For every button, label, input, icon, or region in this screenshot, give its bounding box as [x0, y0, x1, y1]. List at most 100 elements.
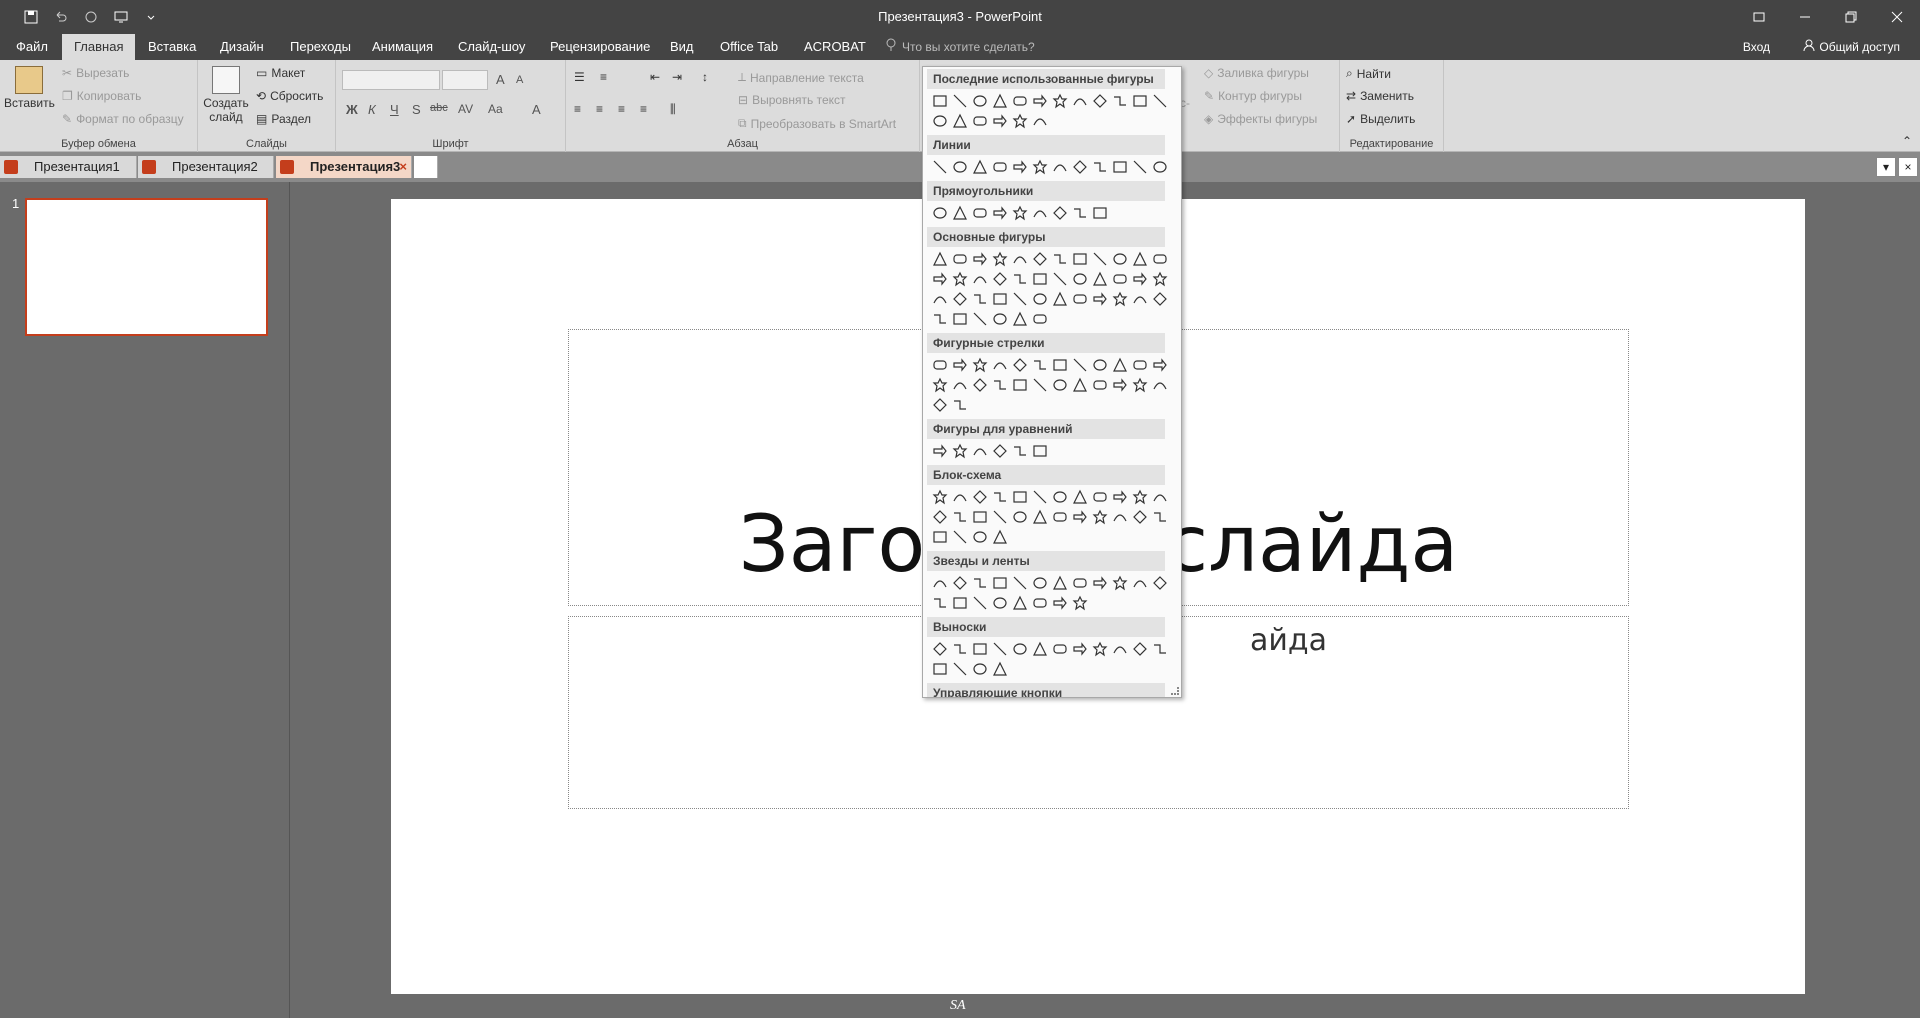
internal-storage-icon[interactable]	[1030, 487, 1050, 507]
donut-icon[interactable]	[950, 289, 970, 309]
stored-data-icon[interactable]	[1130, 507, 1150, 527]
line1-acc-icon[interactable]	[1070, 639, 1090, 659]
arc-icon[interactable]	[1150, 289, 1170, 309]
arrow-line-icon[interactable]	[950, 157, 970, 177]
alt-process-icon[interactable]	[950, 487, 970, 507]
curved-down-icon[interactable]	[990, 375, 1010, 395]
double-arrow-line-icon[interactable]	[970, 157, 990, 177]
tell-me-search[interactable]: Что вы хотите сделать?	[886, 38, 1035, 55]
shape-effects-button[interactable]: ◈ Эффекты фигуры	[1204, 112, 1317, 126]
seq-access-icon[interactable]	[930, 527, 950, 547]
card-icon[interactable]	[970, 507, 990, 527]
frame-icon[interactable]	[1010, 269, 1030, 289]
explosion2-icon[interactable]	[950, 573, 970, 593]
freeform-icon[interactable]	[930, 111, 950, 131]
oval-icon[interactable]	[950, 249, 970, 269]
smiley-icon[interactable]	[1030, 289, 1050, 309]
collate-icon[interactable]	[1050, 507, 1070, 527]
text-direction-button[interactable]: ⟂ Направление текста	[738, 70, 864, 85]
curved-right-icon[interactable]	[930, 375, 950, 395]
left-bracket-icon[interactable]	[970, 309, 990, 329]
tab-insert[interactable]: Вставка	[136, 34, 208, 60]
round-diag-icon[interactable]	[1090, 203, 1110, 223]
round-one-icon[interactable]	[1050, 203, 1070, 223]
display-icon[interactable]	[990, 527, 1010, 547]
process-icon[interactable]	[930, 487, 950, 507]
star16-icon[interactable]	[1110, 573, 1130, 593]
text-box-icon[interactable]	[930, 249, 950, 269]
up-icon[interactable]	[970, 355, 990, 375]
line2-icon[interactable]	[1030, 639, 1050, 659]
block-arc-icon[interactable]	[990, 289, 1010, 309]
oval-icon[interactable]	[1010, 91, 1030, 111]
numbering-icon[interactable]: ≡	[600, 70, 607, 84]
tab-office-tab[interactable]: Office Tab	[708, 34, 790, 60]
divide-icon[interactable]	[990, 441, 1010, 461]
preparation-icon[interactable]	[1110, 487, 1130, 507]
down-callout-icon[interactable]	[1110, 375, 1130, 395]
layout-button[interactable]: ▭ Макет	[256, 66, 305, 80]
multiply-icon[interactable]	[970, 441, 990, 461]
underline-button[interactable]: Ч	[390, 102, 399, 117]
share-button[interactable]: Общий доступ	[1803, 39, 1900, 54]
bent-icon[interactable]	[1090, 355, 1110, 375]
offpage-icon[interactable]	[950, 507, 970, 527]
ribbon-up-icon[interactable]	[930, 593, 950, 613]
justify-icon[interactable]: ≡	[640, 102, 647, 116]
curve-icon[interactable]	[970, 111, 990, 131]
double-wave-icon[interactable]	[1070, 593, 1090, 613]
bullets-icon[interactable]: ☰	[574, 70, 585, 84]
equal-icon[interactable]	[1010, 441, 1030, 461]
predefined-icon[interactable]	[1010, 487, 1030, 507]
folded-corner-icon[interactable]	[1010, 289, 1030, 309]
parallelogram-icon[interactable]	[1010, 249, 1030, 269]
rounded-rect-icon[interactable]	[950, 203, 970, 223]
manual-op-icon[interactable]	[1150, 487, 1170, 507]
tab-acrobat[interactable]: ACROBAT	[792, 34, 878, 60]
left-right-callout-icon[interactable]	[1150, 375, 1170, 395]
curve-double-arrow-icon[interactable]	[1090, 157, 1110, 177]
doc-tab-3[interactable]: Презентация3 ×	[276, 156, 412, 178]
cloud-callout-icon[interactable]	[990, 639, 1010, 659]
elbow-connector-icon[interactable]	[1070, 91, 1090, 111]
restore-icon[interactable]	[1828, 0, 1874, 34]
star4-icon[interactable]	[970, 573, 990, 593]
close-all-tabs-icon[interactable]: ×	[1898, 157, 1918, 177]
multidoc-icon[interactable]	[1070, 487, 1090, 507]
right-bracket-icon[interactable]	[990, 309, 1010, 329]
bold-button[interactable]: Ж	[346, 102, 358, 117]
right-triangle-icon[interactable]	[990, 249, 1010, 269]
left-brace-icon[interactable]	[990, 111, 1010, 131]
collapse-ribbon-icon[interactable]: ⌃	[1902, 134, 1912, 148]
quad-callout-icon[interactable]	[930, 395, 950, 415]
elbow-double-arrow-icon[interactable]	[1030, 157, 1050, 177]
minimize-icon[interactable]	[1782, 0, 1828, 34]
data-icon[interactable]	[990, 487, 1010, 507]
round-two-icon[interactable]	[1070, 203, 1090, 223]
font-name-combo[interactable]	[342, 70, 440, 90]
tab-design[interactable]: Дизайн	[208, 34, 276, 60]
sign-in-link[interactable]: Вход	[1743, 40, 1770, 54]
l-shape-icon[interactable]	[1050, 269, 1070, 289]
up-down-icon[interactable]	[1030, 355, 1050, 375]
line2-acc-icon[interactable]	[1090, 639, 1110, 659]
indent-icon[interactable]: ⇤	[650, 70, 660, 84]
curved-left-icon[interactable]	[950, 375, 970, 395]
right-arrow-icon[interactable]	[1110, 91, 1130, 111]
rounded-rectangle-icon[interactable]	[1030, 91, 1050, 111]
terminator-icon[interactable]	[1090, 487, 1110, 507]
section-button[interactable]: ▤ Раздел	[256, 112, 311, 126]
can-icon[interactable]	[1130, 269, 1150, 289]
diamond-icon[interactable]	[1050, 249, 1070, 269]
pentagon-icon[interactable]	[1070, 249, 1090, 269]
star7-icon[interactable]	[1030, 573, 1050, 593]
shadow-button[interactable]: S	[412, 102, 421, 117]
slide-thumbnail[interactable]	[25, 198, 268, 336]
snip-two-icon[interactable]	[990, 203, 1010, 223]
circular-icon[interactable]	[950, 395, 970, 415]
star8-icon[interactable]	[1050, 573, 1070, 593]
not-equal-icon[interactable]	[1030, 441, 1050, 461]
line1-both-icon[interactable]	[950, 659, 970, 679]
diag-stripe-icon[interactable]	[1070, 269, 1090, 289]
merge-icon[interactable]	[1110, 507, 1130, 527]
